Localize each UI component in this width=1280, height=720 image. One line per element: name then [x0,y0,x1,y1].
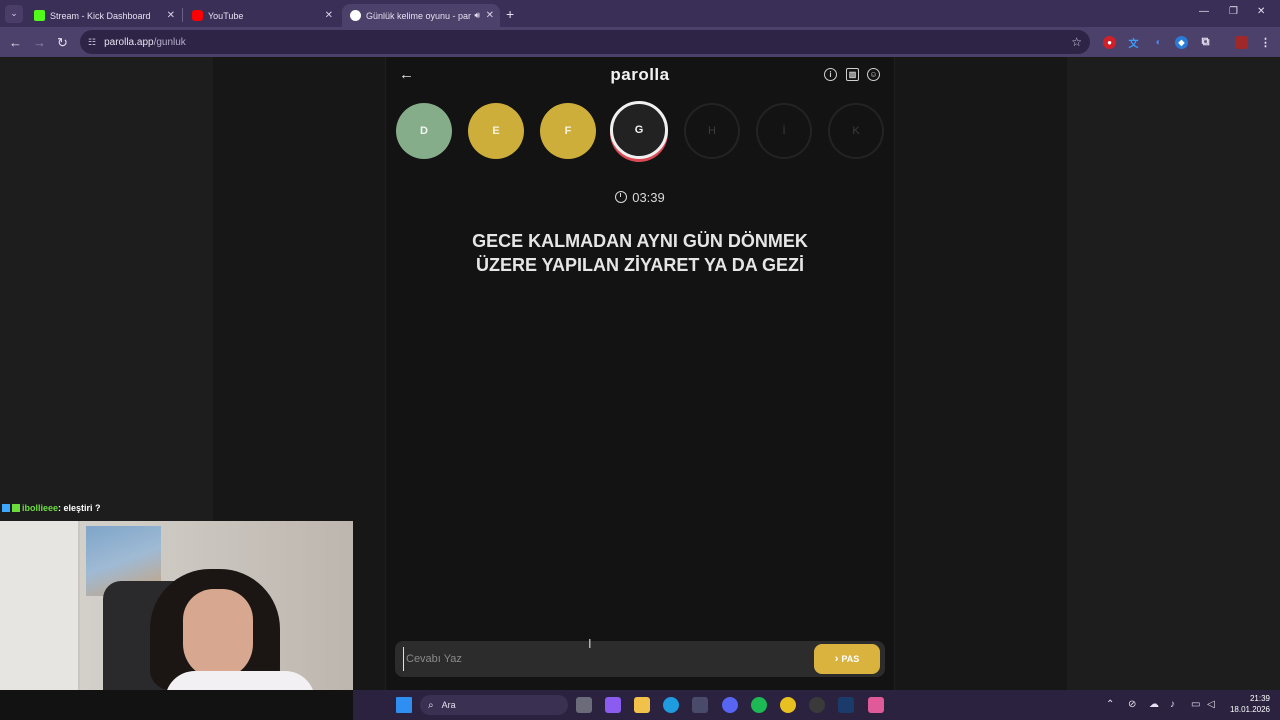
chat-badge-icon [2,504,10,512]
user-icon[interactable]: ☺ [867,68,880,81]
letter-circle-f: F [540,103,596,159]
clock-time: 21:39 [1249,694,1270,703]
letter-circle-d: D [396,103,452,159]
copilot-icon[interactable] [605,697,621,713]
stats-icon[interactable]: ▥ [846,68,859,81]
window-close-icon[interactable]: ✕ [1257,6,1265,17]
close-icon[interactable]: ✕ [486,10,494,21]
tray-mic-icon[interactable]: ♪ [1170,699,1175,710]
url-path: /gunluk [153,36,186,48]
pass-button[interactable]: › PAS [814,644,880,674]
tray-network-off-icon[interactable]: ⊘ [1128,699,1136,710]
tray-display-icon[interactable]: ▭ [1191,699,1200,710]
file-explorer-icon[interactable] [634,697,650,713]
chat-username: ibollieee [22,503,59,513]
taskbar-search-label: Ara [441,700,456,710]
obs-icon[interactable] [809,697,825,713]
answer-input[interactable] [403,647,803,671]
app-pink-icon[interactable] [868,697,884,713]
letter-progress: D E F G H İ K [396,101,886,161]
close-icon[interactable]: ✕ [325,10,333,21]
site-settings-icon[interactable]: ☷ [88,37,96,48]
speaker-icon[interactable]: 🔊︎ [474,10,480,21]
letter-circle-i: İ [756,103,812,159]
question-text: GECE KALMADAN AYNI GÜN DÖNMEK ÜZERE YAPI… [420,229,860,277]
tray-chevron-up-icon[interactable]: ⌃ [1106,699,1114,710]
question-line-1: GECE KALMADAN AYNI GÜN DÖNMEK [472,231,808,251]
tab-title: YouTube [208,10,244,21]
new-tab-plus-icon[interactable]: + [506,6,514,22]
answer-bar: ›PAS [395,641,885,677]
bookmark-star-icon[interactable]: ☆ [1071,35,1082,49]
reload-icon[interactable]: ↻ [57,35,68,51]
close-icon[interactable]: ✕ [167,10,175,21]
tab-kick-dashboard[interactable]: Stream - Kick Dashboard ✕ [26,4,181,27]
back-arrow-icon[interactable]: ← [9,35,22,50]
parolla-favicon-icon [350,10,361,21]
text-cursor-icon: I [588,636,592,651]
taskbar-clock[interactable]: 21:39 18.01.2026 [1226,693,1270,715]
page-right-gutter [1067,57,1280,690]
chrome-icon[interactable] [780,697,796,713]
tab-title: Günlük kelime oyunu - par [366,10,472,21]
clock-icon [615,191,628,203]
webcam-person-shirt [165,671,315,690]
spotify-icon[interactable] [751,697,767,713]
kick-icon [34,10,45,21]
extension-translate-icon[interactable]: 文 [1127,36,1140,50]
letter-circle-h: H [684,103,740,159]
timer: 03:39 [385,190,895,205]
extension-audio-icon[interactable]: ◖ [1151,36,1164,49]
steam-icon[interactable] [838,697,854,713]
parolla-logo[interactable]: parolla [385,65,895,85]
minimize-icon[interactable]: — [1199,6,1209,17]
chevron-right-icon: › [834,653,839,665]
tab-search-chevron-icon[interactable]: ⌄ [5,4,23,23]
youtube-icon [192,10,203,21]
letter-circle-k: K [828,103,884,159]
clock-date: 18.01.2026 [1229,705,1270,714]
letter-circle-g-current: G [610,101,668,159]
taskbar-search[interactable]: ⌕ Ara [420,695,568,715]
question-line-2: ÜZERE YAPILAN ZİYARET YA DA GEZİ [475,255,805,275]
tab-youtube[interactable]: YouTube ✕ [184,4,339,27]
timer-value: 03:39 [632,190,665,205]
url-host: parolla.app [104,36,154,48]
profile-avatar[interactable] [1235,36,1248,49]
restore-icon[interactable]: ❐ [1229,6,1238,17]
chat-text: : eleştiri ? [58,503,101,513]
discord-icon[interactable] [722,697,738,713]
chat-badge-icon [12,504,20,512]
store-icon[interactable] [692,697,708,713]
windows-start-icon[interactable] [396,697,412,713]
webcam-person-face [183,589,253,679]
info-icon[interactable]: i [824,68,837,81]
extension-blue-icon[interactable]: ◆ [1175,36,1188,49]
edge-icon[interactable] [663,697,679,713]
forward-arrow-icon[interactable]: → [33,35,46,50]
tab-parolla[interactable]: Günlük kelime oyunu - par 🔊︎ ✕ [342,4,500,27]
letter-circle-e: E [468,103,524,159]
task-view-icon[interactable] [576,697,592,713]
omnibox[interactable]: ☷ parolla.app/gunluk ☆ [80,30,1090,54]
search-icon: ⌕ [428,699,434,711]
pass-button-label: PAS [841,654,860,664]
webcam-overlay [0,521,353,690]
tab-divider [182,8,183,22]
browser-menu-icon[interactable]: ⋮ [1259,36,1272,49]
extensions-puzzle-icon[interactable]: ⧉ [1199,36,1212,49]
tray-cloud-icon[interactable]: ☁ [1149,699,1159,710]
game-header: ← parolla i ▥ ☺ [385,60,895,90]
url-text[interactable]: parolla.app/gunluk [104,37,186,48]
webcam-wardrobe [0,521,80,690]
chat-message: ibollieee: eleştiri ? [2,503,101,513]
tray-volume-icon[interactable]: ◁ [1207,699,1215,710]
tab-title: Stream - Kick Dashboard [50,10,151,21]
extension-red-icon[interactable]: ● [1103,36,1116,49]
